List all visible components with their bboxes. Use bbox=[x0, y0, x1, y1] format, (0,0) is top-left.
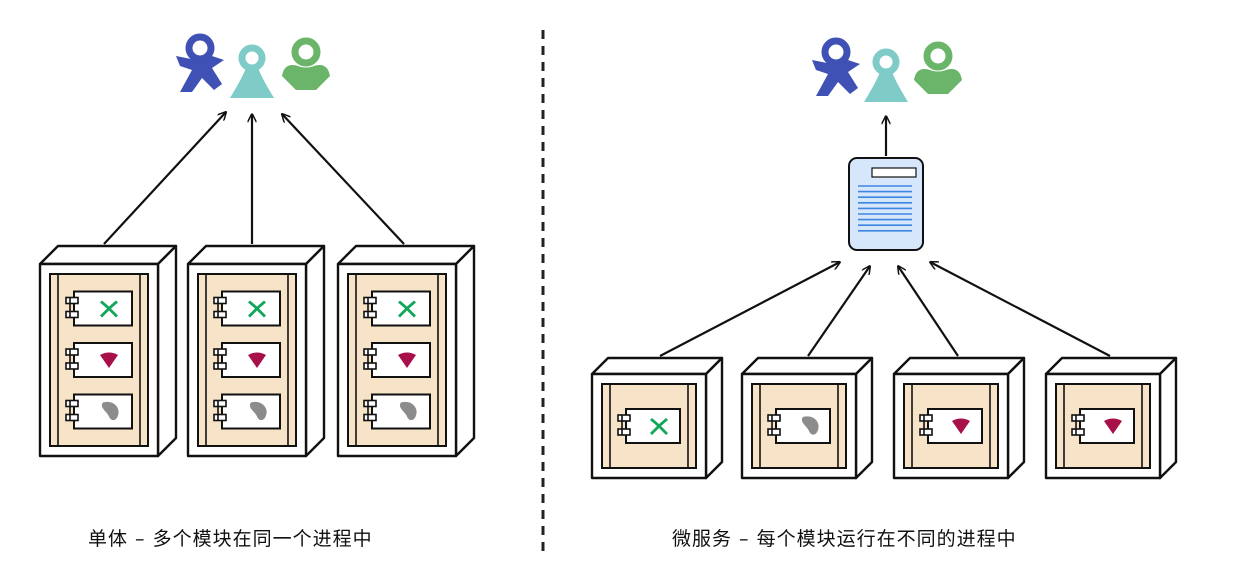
monolith-caption: 单体 – 多个模块在同一个进程中 bbox=[88, 528, 373, 550]
arrow-line bbox=[930, 262, 1111, 357]
module-box bbox=[775, 408, 831, 444]
gateway-icon bbox=[848, 157, 924, 251]
module-box bbox=[73, 393, 133, 430]
arrow-line bbox=[659, 262, 840, 357]
arrow-line bbox=[898, 266, 959, 357]
module-box bbox=[625, 408, 681, 444]
user-icon bbox=[176, 33, 224, 92]
module-box bbox=[371, 290, 431, 327]
module-box bbox=[73, 342, 133, 378]
user-icon bbox=[812, 37, 860, 96]
microservice-server bbox=[590, 356, 724, 480]
module-box bbox=[371, 342, 431, 378]
module-box bbox=[221, 393, 281, 430]
microservice-server bbox=[1044, 356, 1178, 480]
module-box bbox=[221, 290, 281, 327]
user-icon bbox=[914, 41, 962, 94]
arrow-line bbox=[282, 114, 405, 245]
module-box bbox=[371, 393, 431, 430]
user-icon bbox=[282, 37, 330, 90]
architecture-diagram bbox=[38, 30, 1178, 552]
arrow-line bbox=[103, 112, 226, 245]
module-box bbox=[1079, 408, 1135, 444]
arrow-line bbox=[807, 266, 870, 357]
monolith-server bbox=[38, 244, 178, 458]
user-icon bbox=[230, 44, 274, 98]
module-box bbox=[927, 408, 983, 444]
monolith-server bbox=[186, 244, 326, 458]
module-box bbox=[221, 342, 281, 378]
monolith-server bbox=[336, 244, 476, 458]
microservices-caption: 微服务 – 每个模块运行在不同的进程中 bbox=[672, 528, 1017, 550]
microservice-server bbox=[740, 356, 874, 480]
module-box bbox=[73, 290, 133, 327]
microservice-server bbox=[892, 356, 1026, 480]
user-icon bbox=[864, 48, 908, 102]
